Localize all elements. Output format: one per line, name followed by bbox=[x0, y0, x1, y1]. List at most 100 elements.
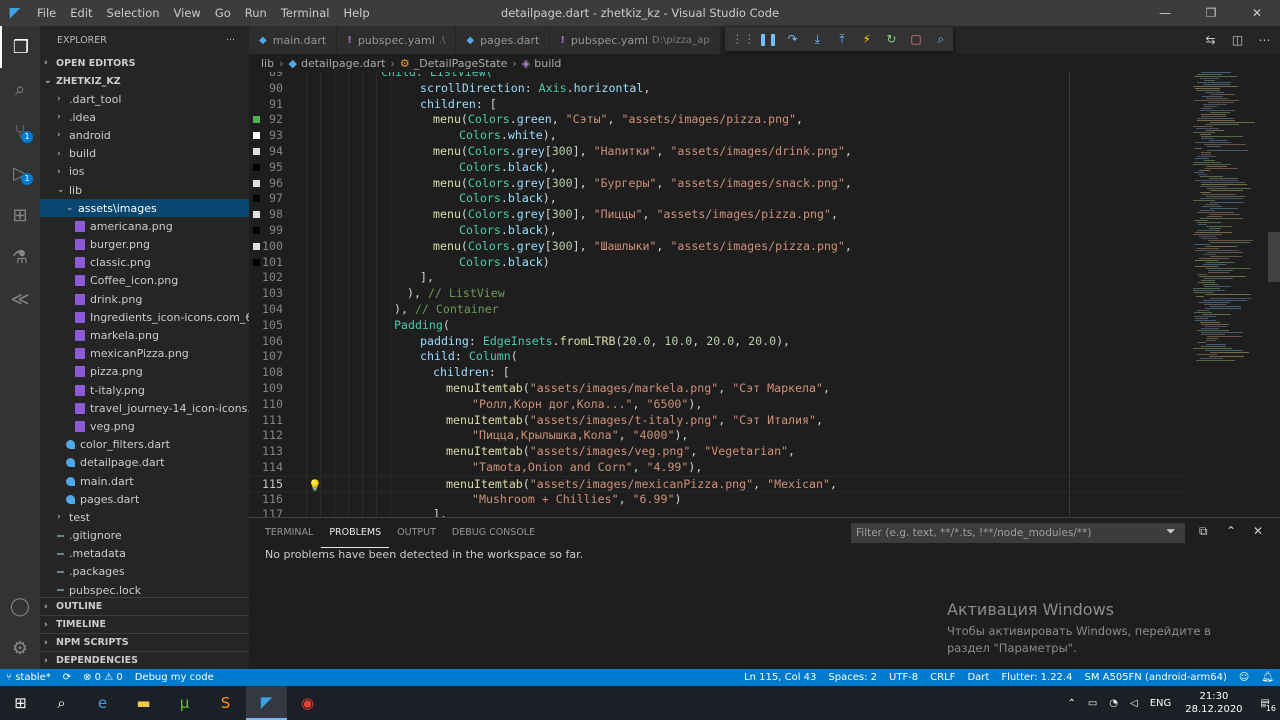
tab-pubspec-yaml[interactable]: ! pubspec.yaml .\ bbox=[337, 26, 457, 54]
color-swatch[interactable] bbox=[253, 163, 260, 171]
color-swatch[interactable] bbox=[253, 242, 260, 250]
tree-folder[interactable]: › test bbox=[40, 508, 249, 526]
debug-my-code[interactable]: Debug my code bbox=[129, 669, 220, 686]
run-debug-icon[interactable]: ▷ 1 bbox=[0, 152, 40, 194]
sublime-text-icon[interactable]: S bbox=[205, 686, 246, 720]
menu-terminal[interactable]: Terminal bbox=[274, 0, 337, 26]
volume-icon[interactable]: ◁ bbox=[1124, 698, 1144, 709]
line-number[interactable]: 106 bbox=[249, 334, 283, 350]
maximize-button[interactable]: ❐ bbox=[1188, 0, 1234, 26]
line-number[interactable]: 113 bbox=[249, 444, 283, 460]
editor-scrollbar[interactable] bbox=[1268, 232, 1280, 282]
extensions-icon[interactable]: ⊞ bbox=[0, 194, 40, 236]
tree-folder[interactable]: › build bbox=[40, 145, 249, 163]
chevron-up-icon[interactable]: ⌃ bbox=[1061, 698, 1081, 709]
search-icon[interactable]: ⌕ bbox=[41, 686, 82, 720]
step-into-icon[interactable]: ⤓ bbox=[805, 32, 830, 47]
tree-file[interactable]: mexicanPizza.png bbox=[40, 345, 249, 363]
minimap[interactable] bbox=[1187, 72, 1280, 517]
color-swatch[interactable] bbox=[253, 211, 260, 219]
cursor-position[interactable]: Ln 115, Col 43 bbox=[738, 669, 822, 686]
action-center-icon[interactable]: ▤16 bbox=[1251, 698, 1280, 713]
tree-folder[interactable]: › .idea bbox=[40, 108, 249, 126]
notifications-icon[interactable]: 🔔︎ bbox=[1255, 669, 1280, 686]
tab-pubspec-yaml-2[interactable]: ! pubspec.yaml D:\pizza_ap bbox=[550, 26, 721, 54]
tree-file[interactable]: Ingredients_icon-icons.com_6873... bbox=[40, 308, 249, 326]
search-icon[interactable]: ⌕ bbox=[0, 68, 40, 110]
encoding[interactable]: UTF-8 bbox=[883, 669, 924, 686]
flutter-version[interactable]: Flutter: 1.22.4 bbox=[995, 669, 1078, 686]
more-actions-icon[interactable]: ··· bbox=[226, 35, 235, 46]
line-number[interactable]: 109 bbox=[249, 381, 283, 397]
line-number[interactable]: 114 bbox=[249, 460, 283, 476]
menu-run[interactable]: Run bbox=[238, 0, 274, 26]
utorrent-icon[interactable]: µ bbox=[164, 686, 205, 720]
chevron-up-icon[interactable]: ⌃ bbox=[1226, 524, 1236, 538]
language-mode[interactable]: Dart bbox=[961, 669, 995, 686]
menu-edit[interactable]: Edit bbox=[63, 0, 99, 26]
breadcrumb-class[interactable]: _DetailPageState bbox=[414, 57, 508, 70]
explorer-icon[interactable]: ❐ bbox=[0, 26, 40, 68]
line-number[interactable]: 105 bbox=[249, 318, 283, 334]
tree-folder[interactable]: ⌄ assets\images bbox=[40, 199, 249, 218]
color-swatch[interactable] bbox=[253, 258, 260, 266]
tree-file[interactable]: markela.png bbox=[40, 326, 249, 344]
line-number[interactable]: 111 bbox=[249, 413, 283, 429]
color-swatch[interactable] bbox=[253, 179, 260, 187]
npm-scripts-section[interactable]: › NPM SCRIPTS bbox=[40, 633, 249, 651]
windows-start-icon[interactable]: ⊞ bbox=[0, 686, 41, 720]
menu-file[interactable]: File bbox=[30, 0, 63, 26]
tab-problems[interactable]: PROBLEMS bbox=[321, 518, 390, 548]
tab-terminal[interactable]: TERMINAL bbox=[257, 518, 321, 548]
tree-folder[interactable]: › ios bbox=[40, 163, 249, 181]
vscode-taskbar-icon[interactable]: ◤ bbox=[246, 686, 287, 720]
line-number[interactable]: 112 bbox=[249, 428, 283, 444]
feedback-icon[interactable]: ☺ bbox=[1233, 669, 1255, 686]
inspect-widget-icon[interactable]: ⌕ bbox=[928, 32, 953, 47]
tree-file[interactable]: t-italy.png bbox=[40, 381, 249, 399]
tab-pages-dart[interactable]: ◆ pages.dart bbox=[456, 26, 551, 54]
tree-folder[interactable]: ⌄ lib bbox=[40, 181, 249, 199]
tab-debug-console[interactable]: DEBUG CONSOLE bbox=[444, 518, 543, 548]
line-number[interactable]: 116 bbox=[249, 492, 283, 508]
line-number[interactable]: 104 bbox=[249, 302, 283, 318]
network-icon[interactable]: ◔ bbox=[1103, 698, 1124, 709]
edge-browser-icon[interactable]: e bbox=[82, 686, 123, 720]
color-swatch[interactable] bbox=[253, 227, 260, 234]
tree-file[interactable]: travel_journey-14_icon-icons.co... bbox=[40, 399, 249, 417]
close-panel-icon[interactable]: ✕ bbox=[1253, 524, 1263, 538]
tree-file[interactable]: .metadata bbox=[40, 545, 249, 563]
tree-file[interactable]: main.dart bbox=[40, 472, 249, 490]
workspace-section[interactable]: ⌄ ZHETKIZ_KZ bbox=[40, 72, 249, 90]
tree-folder[interactable]: › .dart_tool bbox=[40, 90, 249, 108]
input-language[interactable]: ENG bbox=[1144, 698, 1178, 709]
split-editor-icon[interactable]: ◫ bbox=[1224, 33, 1251, 47]
breadcrumb-lib[interactable]: lib bbox=[261, 57, 274, 70]
tab-output[interactable]: OUTPUT bbox=[389, 518, 444, 548]
menu-help[interactable]: Help bbox=[336, 0, 376, 26]
testing-icon[interactable]: ⚗ bbox=[0, 236, 40, 278]
tab-main-dart[interactable]: ◆ main.dart bbox=[249, 26, 338, 54]
tree-file[interactable]: classic.png bbox=[40, 254, 249, 272]
line-number[interactable]: 89 bbox=[249, 72, 283, 81]
hot-reload-icon[interactable]: ⚡ bbox=[854, 32, 879, 46]
dependencies-section[interactable]: › DEPENDENCIES bbox=[40, 651, 249, 669]
code-editor[interactable]: 89 child: ListView(90 scrollDirection: Axi… bbox=[249, 72, 1280, 517]
chrome-icon[interactable]: ◉ bbox=[287, 686, 328, 720]
gear-icon[interactable]: ⚙ bbox=[0, 627, 40, 669]
open-editors-section[interactable]: › OPEN EDITORS bbox=[40, 54, 249, 72]
git-branch[interactable]: ⑂ stable* bbox=[0, 669, 57, 686]
pause-icon[interactable]: ❚❚ bbox=[756, 32, 781, 46]
problems-count[interactable]: ⊗ 0 ⚠ 0 bbox=[77, 669, 129, 686]
tree-file[interactable]: americana.png bbox=[40, 217, 249, 235]
file-explorer-icon[interactable]: ▬ bbox=[123, 686, 164, 720]
line-number[interactable]: 110 bbox=[249, 397, 283, 413]
minimize-button[interactable]: — bbox=[1142, 0, 1188, 26]
line-number[interactable]: 90 bbox=[249, 81, 283, 97]
step-over-icon[interactable]: ↷ bbox=[780, 32, 805, 46]
outline-section[interactable]: › OUTLINE bbox=[40, 597, 249, 615]
drag-handle-icon[interactable]: ⋮⋮ bbox=[731, 32, 756, 46]
open-changes-icon[interactable]: ⇆ bbox=[1197, 33, 1224, 47]
battery-icon[interactable]: ▭ bbox=[1082, 698, 1103, 709]
indentation[interactable]: Spaces: 2 bbox=[822, 669, 883, 686]
